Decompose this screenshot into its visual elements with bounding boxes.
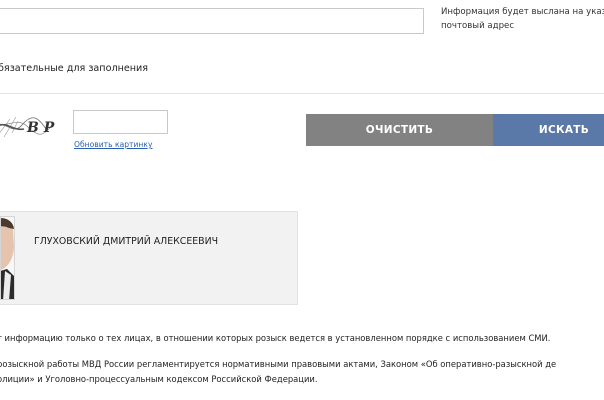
email-hint: Информация будет выслана на указа почтов… bbox=[441, 5, 604, 33]
captcha-text: B P bbox=[26, 120, 55, 136]
info-note-2-line-2: олиции» и Уголовно-процессуальным кодекс… bbox=[0, 374, 318, 384]
required-fields-note: бязательные для заполнения bbox=[0, 63, 149, 74]
info-note-2: розыскной работы МВД России регламентиру… bbox=[0, 357, 556, 387]
refresh-captcha-link[interactable]: Обновить картинку bbox=[74, 140, 152, 149]
email-hint-line-1: Информация будет выслана на указа bbox=[441, 7, 604, 17]
result-card[interactable]: ГЛУХОВСКИЙ ДМИТРИЙ АЛЕКСЕЕВИЧ bbox=[0, 211, 298, 305]
email-input[interactable] bbox=[0, 8, 424, 34]
captcha-input[interactable] bbox=[73, 110, 168, 134]
clear-button[interactable]: ОЧИСТИТЬ bbox=[306, 114, 493, 146]
person-photo-image bbox=[1, 217, 14, 299]
search-button[interactable]: ИСКАТЬ bbox=[493, 114, 604, 146]
email-hint-line-2: почтовый адрес bbox=[441, 21, 515, 31]
info-note-1: т информацию только о тех лицах, в отнош… bbox=[0, 333, 551, 343]
person-photo bbox=[0, 216, 15, 300]
clear-button-label: ОЧИСТИТЬ bbox=[365, 124, 434, 136]
info-note-2-line-1: розыскной работы МВД России регламентиру… bbox=[0, 359, 557, 369]
divider bbox=[0, 93, 604, 94]
result-name: ГЛУХОВСКИЙ ДМИТРИЙ АЛЕКСЕЕВИЧ bbox=[34, 236, 219, 247]
search-button-label: ИСКАТЬ bbox=[538, 124, 590, 136]
captcha-image: B P bbox=[0, 111, 56, 141]
